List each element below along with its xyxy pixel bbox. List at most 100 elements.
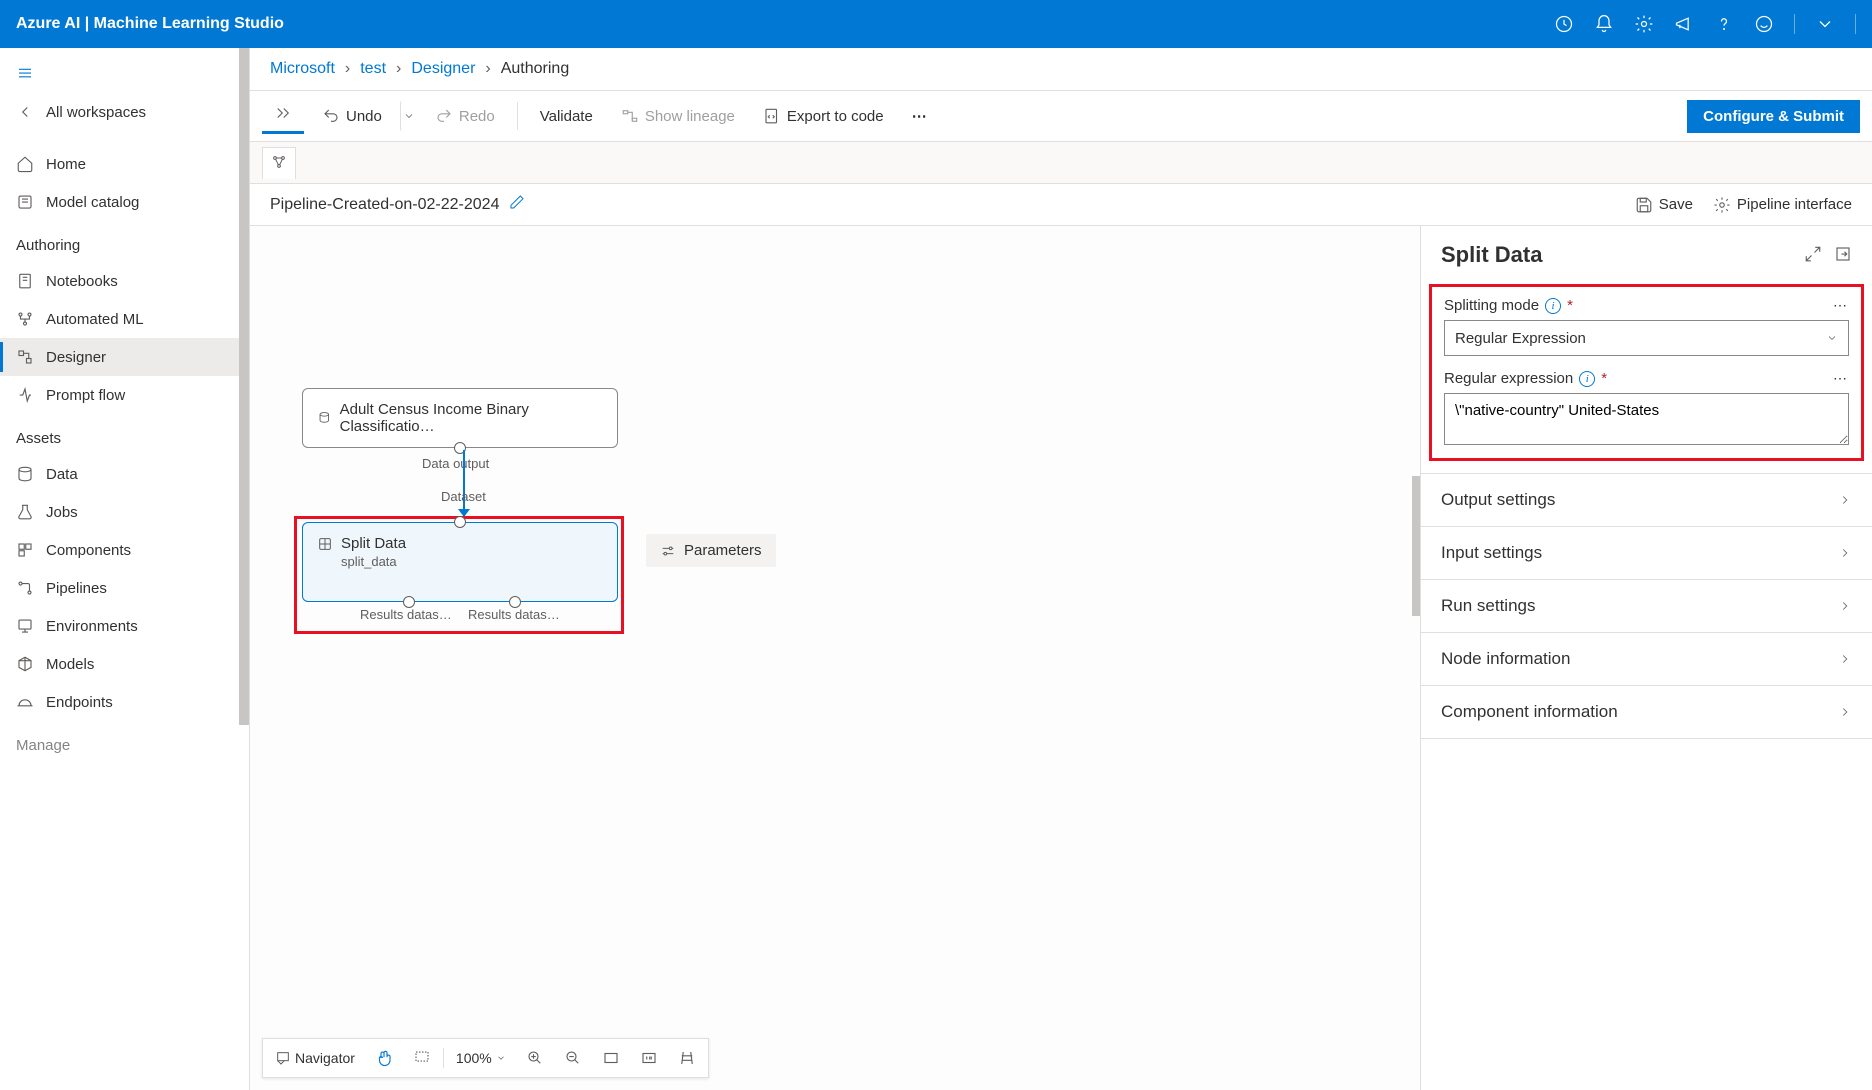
accordion-component-info[interactable]: Component information <box>1421 685 1872 739</box>
nav-hamburger[interactable] <box>0 56 249 93</box>
left-navigation: All workspaces Home Model catalog Author… <box>0 48 250 1090</box>
field-more-icon[interactable]: ⋯ <box>1833 370 1849 387</box>
chevron-right-icon: › <box>485 60 490 78</box>
nav-all-workspaces[interactable]: All workspaces <box>0 93 249 131</box>
zoom-in-button[interactable] <box>518 1043 552 1073</box>
pipeline-canvas[interactable]: Adult Census Income Binary Classificatio… <box>250 226 1420 1090</box>
arrow-left-icon <box>16 103 34 121</box>
nav-designer[interactable]: Designer <box>0 338 249 376</box>
environments-icon <box>16 617 34 635</box>
redo-button: Redo <box>425 101 505 131</box>
flask-icon <box>16 503 34 521</box>
undo-dropdown[interactable] <box>400 101 417 131</box>
breadcrumb-current: Authoring <box>501 60 570 78</box>
bell-icon[interactable] <box>1594 14 1614 34</box>
navigator-button[interactable]: Navigator <box>267 1044 363 1072</box>
accordion-node-info[interactable]: Node information <box>1421 632 1872 685</box>
toolbar: Undo Redo Validate Show lineage Export t… <box>250 90 1872 142</box>
nav-prompt-flow[interactable]: Prompt flow <box>0 376 249 414</box>
required-mark: * <box>1601 370 1607 387</box>
properties-panel: Split Data Splitting mode i * ⋯ <box>1420 226 1872 1090</box>
expand-panel-button[interactable] <box>262 98 304 134</box>
help-icon[interactable] <box>1714 14 1734 34</box>
sidebar-scrollbar[interactable] <box>239 48 249 725</box>
breadcrumb: Microsoft › test › Designer › Authoring <box>250 48 1872 90</box>
endpoints-icon <box>16 693 34 711</box>
splitting-mode-select[interactable]: Regular Expression <box>1444 320 1849 356</box>
breadcrumb-section[interactable]: Designer <box>411 60 475 78</box>
pipeline-interface-button[interactable]: Pipeline interface <box>1713 196 1852 214</box>
clock-icon[interactable] <box>1554 14 1574 34</box>
header-icon-group <box>1554 14 1856 34</box>
regex-input[interactable]: \"native-country" United-States <box>1444 393 1849 445</box>
edit-name-button[interactable] <box>509 194 525 215</box>
info-icon[interactable]: i <box>1545 298 1561 314</box>
regex-label: Regular expression <box>1444 370 1573 387</box>
more-button[interactable]: ⋯ <box>902 101 939 131</box>
nav-models[interactable]: Models <box>0 645 249 683</box>
undo-button[interactable]: Undo <box>312 101 392 131</box>
nav-section-manage: Manage <box>0 721 249 762</box>
components-icon <box>16 541 34 559</box>
tab-strip <box>250 142 1872 184</box>
canvas-node-dataset[interactable]: Adult Census Income Binary Classificatio… <box>302 388 618 448</box>
nav-components[interactable]: Components <box>0 531 249 569</box>
splitting-mode-label: Splitting mode <box>1444 297 1539 314</box>
notebook-icon <box>16 272 34 290</box>
canvas-node-split-data[interactable]: Split Data split_data <box>302 522 618 602</box>
nav-section-authoring: Authoring <box>0 221 249 262</box>
input-port[interactable] <box>454 516 466 528</box>
megaphone-icon[interactable] <box>1674 14 1694 34</box>
breadcrumb-workspace[interactable]: test <box>360 60 386 78</box>
actual-size-button[interactable] <box>632 1043 666 1073</box>
export-code-button[interactable]: Export to code <box>753 101 894 131</box>
panel-title: Split Data <box>1441 242 1542 268</box>
auto-layout-button[interactable] <box>670 1043 704 1073</box>
zoom-level[interactable]: 100% <box>448 1043 514 1073</box>
chevron-down-icon[interactable] <box>1815 14 1835 34</box>
nav-section-assets: Assets <box>0 414 249 455</box>
main-area: Microsoft › test › Designer › Authoring … <box>250 48 1872 1090</box>
accordion-input-settings[interactable]: Input settings <box>1421 526 1872 579</box>
designer-icon <box>16 348 34 366</box>
accordion-output-settings[interactable]: Output settings <box>1421 473 1872 526</box>
canvas-scrollbar[interactable] <box>1412 476 1420 616</box>
nav-notebooks[interactable]: Notebooks <box>0 262 249 300</box>
nav-endpoints[interactable]: Endpoints <box>0 683 249 721</box>
configure-submit-button[interactable]: Configure & Submit <box>1687 100 1860 133</box>
port-label: Data output <box>422 456 489 471</box>
expand-icon[interactable] <box>1804 245 1822 266</box>
nav-environments[interactable]: Environments <box>0 607 249 645</box>
automl-icon <box>16 310 34 328</box>
nav-home[interactable]: Home <box>0 145 249 183</box>
popout-icon[interactable] <box>1834 245 1852 266</box>
smiley-icon[interactable] <box>1754 14 1774 34</box>
models-icon <box>16 655 34 673</box>
show-lineage-button: Show lineage <box>611 101 745 131</box>
save-button[interactable]: Save <box>1635 196 1693 214</box>
pan-button[interactable] <box>367 1043 401 1073</box>
select-button[interactable] <box>405 1043 439 1073</box>
parameters-button[interactable]: Parameters <box>646 534 776 567</box>
accordion-run-settings[interactable]: Run settings <box>1421 579 1872 632</box>
field-more-icon[interactable]: ⋯ <box>1833 297 1849 314</box>
nav-automated-ml[interactable]: Automated ML <box>0 300 249 338</box>
chevron-right-icon: › <box>345 60 350 78</box>
form-highlight-box: Splitting mode i * ⋯ Regular Expression … <box>1429 284 1864 461</box>
info-icon[interactable]: i <box>1579 371 1595 387</box>
breadcrumb-root[interactable]: Microsoft <box>270 60 335 78</box>
nav-model-catalog[interactable]: Model catalog <box>0 183 249 221</box>
zoom-out-button[interactable] <box>556 1043 590 1073</box>
home-icon <box>16 155 34 173</box>
fit-screen-button[interactable] <box>594 1043 628 1073</box>
nav-jobs[interactable]: Jobs <box>0 493 249 531</box>
nav-data[interactable]: Data <box>0 455 249 493</box>
canvas-bottom-toolbar: Navigator 100% <box>262 1038 709 1078</box>
graph-tab[interactable] <box>262 147 296 179</box>
gear-icon[interactable] <box>1634 14 1654 34</box>
validate-button[interactable]: Validate <box>530 102 603 131</box>
pipeline-title-row: Pipeline-Created-on-02-22-2024 Save Pipe… <box>250 184 1872 226</box>
data-icon <box>16 465 34 483</box>
nav-pipelines[interactable]: Pipelines <box>0 569 249 607</box>
required-mark: * <box>1567 297 1573 314</box>
